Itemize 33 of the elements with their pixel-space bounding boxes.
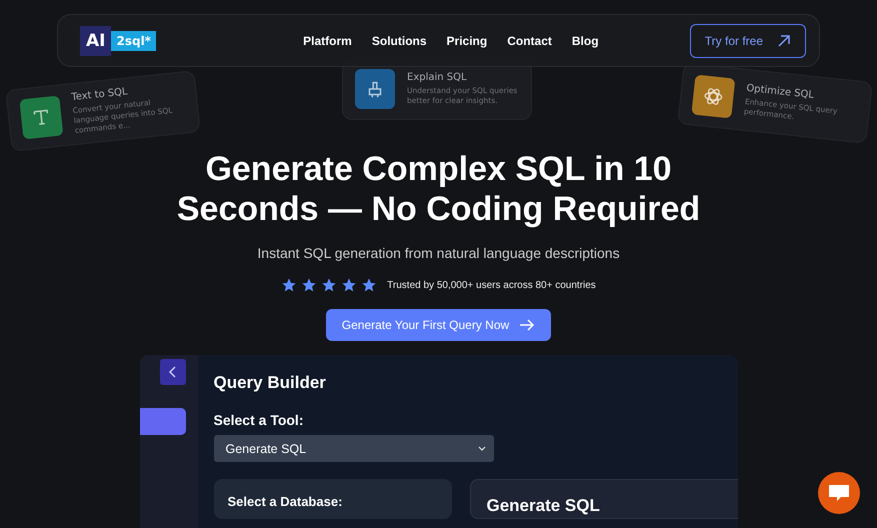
nav-link[interactable]: Solutions xyxy=(372,34,427,48)
arrow-icon xyxy=(519,319,536,332)
star-icon xyxy=(361,277,378,294)
hero-heading: Generate Complex SQL in 10 Seconds — No Coding Required xyxy=(176,149,702,230)
nav-link[interactable]: Contact xyxy=(507,34,552,48)
chat-button[interactable] xyxy=(818,472,860,514)
field-label: Select a Tool: xyxy=(214,412,304,428)
nav-link[interactable]: Blog xyxy=(572,34,599,48)
try-free-button[interactable]: Try for free xyxy=(690,24,806,58)
logo[interactable]: AI 2sql* xyxy=(80,26,156,56)
trust-text: Trusted by 50,000+ users across 80+ countries xyxy=(387,280,596,291)
feature-title: Explain SQL xyxy=(407,72,468,84)
nav-link[interactable]: Platform xyxy=(303,34,352,48)
star-icon xyxy=(301,277,318,294)
card-title: Select a Database: xyxy=(228,494,342,510)
card-title: Generate SQL xyxy=(486,496,600,516)
tool-dropdown[interactable]: Generate SQL xyxy=(214,435,494,462)
chat-icon xyxy=(828,483,850,503)
panel-title: Query Builder xyxy=(214,373,327,394)
chevron-left-icon xyxy=(168,366,178,378)
feature-title: Text to SQL xyxy=(70,86,128,104)
star-icon xyxy=(341,277,358,294)
hero-subtitle: Instant SQL generation from natural language descriptions xyxy=(257,245,620,262)
star-icon xyxy=(321,277,338,294)
logo-text: 2sql* xyxy=(111,30,156,51)
arrow-icon xyxy=(777,34,791,48)
generate-query-button[interactable]: Generate Your First Query Now xyxy=(326,309,552,342)
logo-text: AI xyxy=(80,26,112,56)
nav-link[interactable]: Pricing xyxy=(446,34,488,48)
sidebar-item[interactable] xyxy=(140,408,186,436)
collapse-button[interactable] xyxy=(160,359,186,386)
caret-icon xyxy=(478,446,486,452)
star-icon xyxy=(281,277,298,294)
